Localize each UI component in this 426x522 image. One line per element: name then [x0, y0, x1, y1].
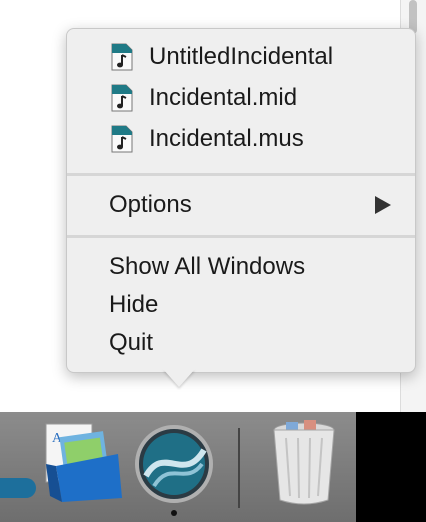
document-label: Incidental.mid [149, 84, 298, 111]
menu-pointer [163, 369, 195, 387]
menu-item-document-2[interactable]: Incidental.mid [67, 80, 415, 116]
dock-partial-app-icon[interactable] [0, 478, 36, 498]
trash-icon[interactable] [272, 420, 336, 506]
preview-app-icon[interactable]: A [42, 420, 126, 504]
dock-separator [238, 428, 240, 508]
options-label: Options [109, 191, 192, 218]
document-label: Incidental.mus [149, 125, 304, 152]
dock-context-menu: UntitledIncidental Incidental.mid Incide [66, 28, 416, 373]
finale-app-icon[interactable] [134, 424, 214, 504]
dock-right-area [356, 412, 426, 522]
document-label: UntitledIncidental [149, 43, 334, 70]
submenu-arrow-icon [375, 196, 391, 214]
menu-separator [67, 173, 415, 176]
quit-label: Quit [109, 329, 154, 356]
menu-item-document-3[interactable]: Incidental.mus [67, 121, 415, 157]
menu-separator [67, 235, 415, 238]
running-indicator [171, 510, 177, 516]
music-document-icon [111, 125, 133, 153]
menu-item-hide[interactable]: Hide [67, 287, 415, 323]
menu-item-quit[interactable]: Quit [67, 325, 415, 361]
show-all-windows-label: Show All Windows [109, 253, 306, 280]
menu-item-show-all-windows[interactable]: Show All Windows [67, 249, 415, 285]
music-document-icon [111, 43, 133, 71]
music-document-icon [111, 84, 133, 112]
menu-item-document-1[interactable]: UntitledIncidental [67, 39, 415, 75]
hide-label: Hide [109, 291, 159, 318]
menu-item-options[interactable]: Options [67, 187, 415, 223]
